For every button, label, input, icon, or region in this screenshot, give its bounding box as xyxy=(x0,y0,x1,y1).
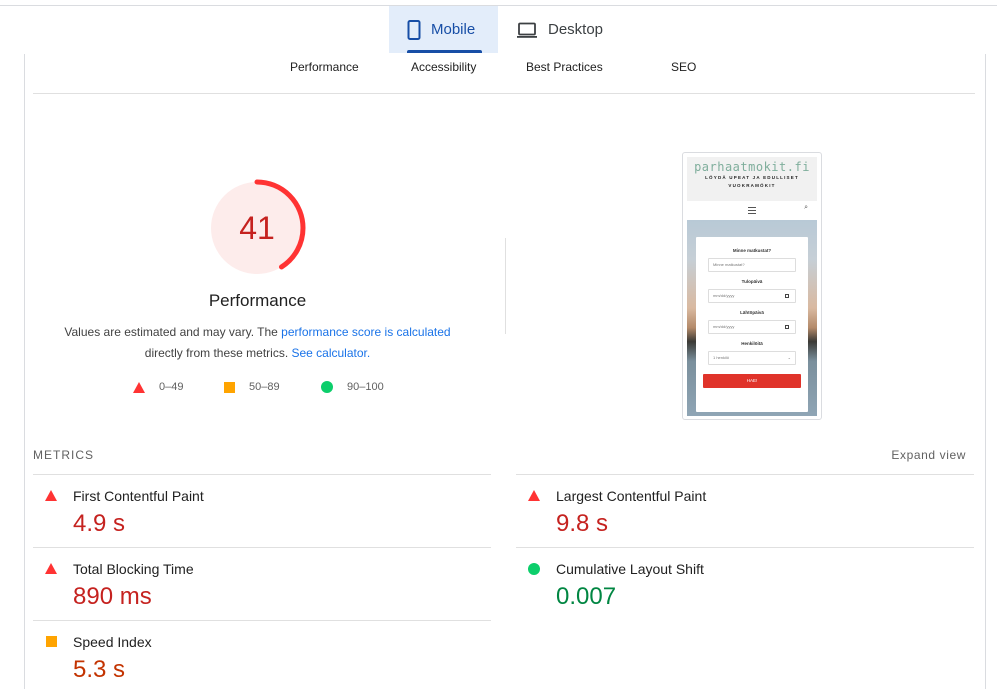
see-calculator-link[interactable]: See calculator. xyxy=(291,346,370,360)
metric-lcp: Largest Contentful Paint 9.8 s xyxy=(516,474,974,547)
arrival-placeholder: mm/dd/yyyy xyxy=(713,293,735,298)
tab-mobile-label: Mobile xyxy=(431,21,476,38)
site-nav: ⌕ xyxy=(687,201,817,220)
search-submit-button: HAE! xyxy=(703,374,801,388)
where-input: Minne matkustat? xyxy=(708,258,796,272)
arrival-date-input: mm/dd/yyyy xyxy=(708,289,796,303)
search-icon: ⌕ xyxy=(804,204,808,211)
triangle-icon xyxy=(133,381,145,393)
tab-mobile[interactable]: Mobile xyxy=(389,6,498,53)
site-tagline-1: LÖYDÄ UPEAT JA EDULLISET xyxy=(705,175,799,180)
score-description: Values are estimated and may vary. The p… xyxy=(45,322,470,364)
fail-triangle-icon xyxy=(528,490,540,501)
metric-value: 9.8 s xyxy=(556,510,609,537)
metrics-column-right: Largest Contentful Paint 9.8 s Cumulativ… xyxy=(516,474,974,620)
legend-fail: 0–49 xyxy=(133,381,183,393)
legend-average-range: 50–89 xyxy=(249,381,280,393)
tab-best-practices[interactable]: Best Practices xyxy=(526,60,603,74)
tab-desktop[interactable]: Desktop xyxy=(498,6,621,53)
label-where: Minne matkustat? xyxy=(732,248,772,253)
booking-form: Minne matkustat? Minne matkustat? Tulopä… xyxy=(696,237,808,412)
desc-text-1: Values are estimated and may vary. The xyxy=(64,325,282,339)
gauge-title: Performance xyxy=(208,291,307,310)
metric-title: First Contentful Paint xyxy=(73,488,204,504)
site-logo: parhaatmokit.fi xyxy=(694,160,810,174)
pass-circle-icon xyxy=(528,563,540,575)
category-tabs: Performance Accessibility Best Practices… xyxy=(33,54,975,94)
label-arrival: Tulopäivä xyxy=(741,279,763,284)
metric-title: Cumulative Layout Shift xyxy=(556,561,704,577)
mobile-phone-icon xyxy=(407,19,421,40)
departure-date-input: mm/dd/yyyy xyxy=(708,320,796,334)
persons-select: 1 henkilö ⌄ xyxy=(708,351,796,365)
site-tagline-2: VUOKRAMÖKIT xyxy=(728,183,776,188)
device-tabs: Mobile Desktop xyxy=(389,6,621,53)
vertical-divider xyxy=(505,238,506,334)
performance-score-link[interactable]: performance score is calculated xyxy=(281,325,450,339)
calendar-icon xyxy=(785,325,789,329)
screenshot-content: parhaatmokit.fi LÖYDÄ UPEAT JA EDULLISET… xyxy=(687,157,817,416)
metric-title: Largest Contentful Paint xyxy=(556,488,707,504)
label-departure: Lähtöpäivä xyxy=(740,310,764,315)
metric-title: Total Blocking Time xyxy=(73,561,194,577)
calendar-icon xyxy=(785,294,789,298)
expand-view-toggle[interactable]: Expand view xyxy=(891,448,966,462)
square-icon xyxy=(224,381,235,393)
metric-title: Speed Index xyxy=(73,634,152,650)
tab-seo[interactable]: SEO xyxy=(671,60,696,74)
fail-triangle-icon xyxy=(45,563,57,574)
legend-pass: 90–100 xyxy=(321,381,384,393)
score-legend: 0–49 50–89 90–100 xyxy=(25,381,505,397)
metric-value: 0.007 xyxy=(556,583,617,610)
circle-icon xyxy=(321,381,333,393)
laptop-icon xyxy=(516,22,538,38)
hamburger-menu-icon xyxy=(748,207,756,214)
performance-gauge[interactable]: 41 xyxy=(207,178,307,278)
label-persons: Henkilöitä xyxy=(741,341,763,346)
metric-value: 890 ms xyxy=(73,583,152,610)
metric-speed-index: Speed Index 5.3 s xyxy=(33,620,491,689)
persons-value: 1 henkilö xyxy=(713,355,730,360)
desc-text-2: directly from these metrics. xyxy=(144,346,292,360)
metrics-column-left: First Contentful Paint 4.9 s Total Block… xyxy=(33,474,491,689)
legend-pass-range: 90–100 xyxy=(347,381,384,393)
tab-accessibility[interactable]: Accessibility xyxy=(411,60,476,74)
site-header: parhaatmokit.fi LÖYDÄ UPEAT JA EDULLISET… xyxy=(687,157,817,201)
legend-average: 50–89 xyxy=(224,381,280,393)
metrics-heading: METRICS xyxy=(33,448,94,462)
chevron-down-icon: ⌄ xyxy=(787,355,791,360)
report-container: Performance Accessibility Best Practices… xyxy=(24,54,986,689)
tab-performance[interactable]: Performance xyxy=(290,60,359,74)
metric-fcp: First Contentful Paint 4.9 s xyxy=(33,474,491,547)
metric-cls: Cumulative Layout Shift 0.007 xyxy=(516,547,974,620)
average-square-icon xyxy=(46,636,57,647)
departure-placeholder: mm/dd/yyyy xyxy=(713,324,735,329)
hero-image: Minne matkustat? Minne matkustat? Tulopä… xyxy=(687,220,817,416)
page-screenshot[interactable]: parhaatmokit.fi LÖYDÄ UPEAT JA EDULLISET… xyxy=(682,152,822,420)
metric-value: 5.3 s xyxy=(73,656,126,683)
score-value: 41 xyxy=(239,209,275,246)
legend-fail-range: 0–49 xyxy=(159,381,184,393)
tab-desktop-label: Desktop xyxy=(548,21,604,38)
metric-tbt: Total Blocking Time 890 ms xyxy=(33,547,491,620)
fail-triangle-icon xyxy=(45,490,57,501)
metric-value: 4.9 s xyxy=(73,510,126,537)
